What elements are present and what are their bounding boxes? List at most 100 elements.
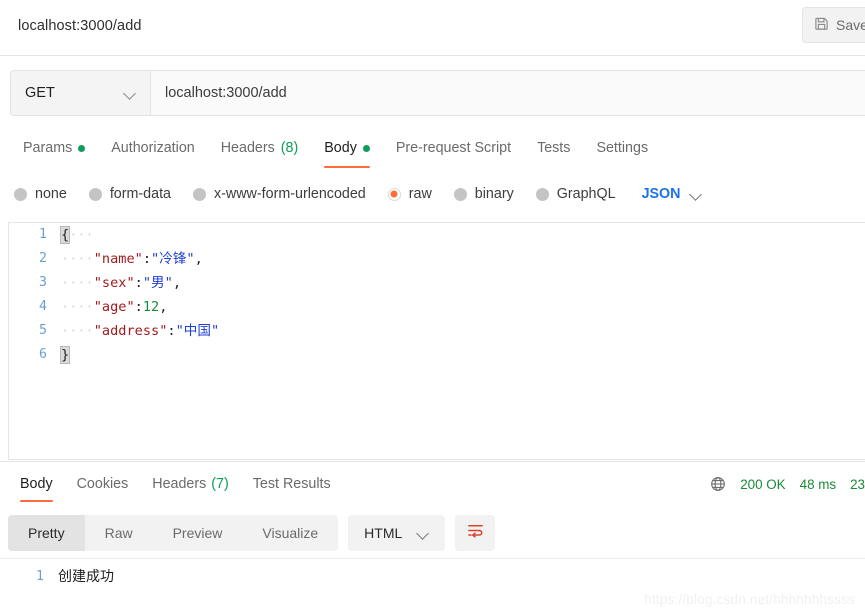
response-divider — [0, 461, 865, 462]
chevron-down-icon — [418, 528, 429, 539]
body-type-x-www-form-urlencoded[interactable]: x-www-form-urlencoded — [193, 186, 366, 202]
response-tab-label: Cookies — [76, 476, 129, 492]
modified-dot-icon — [362, 144, 370, 152]
response-toolbar: Pretty Raw Preview Visualize HTML — [8, 514, 865, 552]
code-token: , — [172, 275, 182, 291]
view-mode-pretty[interactable]: Pretty — [8, 515, 85, 551]
request-tab-label: Tests — [537, 140, 571, 156]
raw-format-selector[interactable]: JSON — [642, 186, 702, 202]
code-token: : — [134, 275, 143, 291]
radio-button-icon[interactable] — [387, 187, 401, 201]
editor-line-code[interactable]: ····"sex":"男", — [61, 271, 865, 295]
request-tab-count: (8) — [280, 140, 299, 156]
view-mode-visualize[interactable]: Visualize — [242, 515, 338, 551]
code-token: ···· — [61, 251, 94, 267]
response-tab-cookies[interactable]: Cookies — [65, 466, 141, 502]
editor-line: 2 ····"name":"冷锋", — [9, 247, 865, 271]
radio-button-icon[interactable] — [193, 187, 206, 201]
code-token: "冷锋" — [151, 251, 195, 267]
code-token: , — [194, 251, 203, 267]
postman-window: localhost:3000/add Save GET localhost:30… — [0, 0, 865, 615]
request-bar: GET localhost:3000/add — [10, 70, 865, 116]
save-button[interactable]: Save — [802, 7, 865, 43]
response-time: 48 ms — [799, 476, 837, 492]
editor-line: 1 {··· — [9, 223, 865, 247]
radio-button-icon[interactable] — [14, 187, 27, 201]
code-token: , — [159, 299, 168, 315]
body-type-label: none — [35, 186, 67, 202]
request-tab-title[interactable]: localhost:3000/add — [18, 18, 142, 34]
radio-button-icon[interactable] — [88, 187, 102, 201]
body-type-raw[interactable]: raw — [387, 186, 432, 202]
save-button-label: Save — [836, 17, 865, 33]
http-method-label: GET — [25, 85, 55, 101]
response-tab-label: Test Results — [252, 476, 331, 492]
view-mode-raw[interactable]: Raw — [85, 515, 153, 551]
editor-line-code[interactable]: {··· — [59, 223, 865, 247]
body-type-label: x-www-form-urlencoded — [214, 186, 366, 202]
body-type-row: none form-data x-www-form-urlencoded raw bin… — [0, 178, 865, 210]
response-size: 23 — [850, 476, 865, 492]
body-type-label: binary — [474, 186, 514, 202]
word-wrap-button[interactable] — [455, 515, 496, 551]
request-tab-tests[interactable]: Tests — [524, 128, 583, 168]
request-tab-label: Body — [324, 140, 357, 156]
code-token: "address" — [93, 323, 168, 339]
body-type-label: form-data — [109, 186, 171, 202]
request-tab-headers[interactable]: Headers (8) — [208, 128, 312, 168]
url-input-value: localhost:3000/add — [165, 85, 287, 101]
request-tab-label: Settings — [596, 140, 649, 156]
response-tab-label: Body — [20, 476, 53, 492]
http-method-selector[interactable]: GET — [11, 71, 151, 115]
globe-icon[interactable] — [710, 476, 726, 492]
code-token: "男" — [142, 275, 173, 291]
radio-button-icon[interactable] — [535, 187, 549, 201]
editor-line-number: 6 — [39, 347, 47, 362]
chevron-down-icon — [125, 88, 136, 99]
response-tab-body[interactable]: Body — [8, 466, 65, 502]
body-type-graphql[interactable]: GraphQL — [535, 186, 616, 202]
editor-line: 5 ····"address":"中国" — [9, 319, 865, 343]
editor-line: 4 ····"age":12, — [9, 295, 865, 319]
raw-format-label: JSON — [641, 186, 681, 202]
editor-line-code[interactable]: ····"address":"中国" — [61, 319, 865, 343]
chevron-down-icon — [691, 189, 702, 200]
request-tab-body[interactable]: Body — [311, 128, 383, 168]
code-token: "name" — [93, 251, 143, 267]
editor-line: 3 ····"sex":"男", — [9, 271, 865, 295]
body-type-binary[interactable]: binary — [453, 186, 514, 202]
response-line-text: 创建成功 — [58, 569, 114, 585]
editor-line-code[interactable]: } — [59, 343, 865, 367]
request-tab-pre-request-script[interactable]: Pre-request Script — [383, 128, 524, 168]
request-tab-label: Authorization — [111, 140, 195, 156]
floppy-disk-icon — [814, 16, 829, 34]
editor-line-code[interactable]: ····"name":"冷锋", — [61, 247, 865, 271]
body-type-label: GraphQL — [556, 186, 616, 202]
code-token: { — [59, 226, 71, 244]
request-tab-settings[interactable]: Settings — [583, 128, 661, 168]
view-mode-preview[interactable]: Preview — [153, 515, 243, 551]
word-wrap-icon — [466, 522, 485, 544]
body-type-form-data[interactable]: form-data — [88, 186, 171, 202]
request-body-editor[interactable]: 1 {··· 2 ····"name":"冷锋", 3 ····"sex":"男", 4 ··… — [8, 222, 865, 460]
editor-line-code[interactable]: ····"age":12, — [61, 295, 865, 319]
modified-dot-icon — [78, 144, 86, 152]
response-format-selector[interactable]: HTML — [348, 515, 446, 551]
request-tab-label: Params — [23, 140, 73, 156]
code-token: ···· — [61, 299, 94, 315]
request-tab-authorization[interactable]: Authorization — [98, 128, 207, 168]
editor-line-number: 5 — [39, 323, 47, 338]
editor-line: 6} — [9, 343, 865, 367]
response-tab-label: Headers — [152, 476, 207, 492]
request-tab-label: Pre-request Script — [395, 140, 512, 156]
radio-button-icon[interactable] — [453, 187, 467, 201]
request-tab-label: Headers — [220, 140, 275, 156]
editor-line-number: 4 — [39, 299, 47, 314]
title-bar: localhost:3000/add Save — [0, 0, 865, 56]
request-tab-params[interactable]: Params — [10, 128, 98, 168]
body-type-label: raw — [408, 186, 432, 202]
url-input[interactable]: localhost:3000/add — [151, 71, 865, 115]
response-tab-headers[interactable]: Headers (7) — [140, 466, 241, 502]
response-tab-test-results[interactable]: Test Results — [241, 466, 343, 502]
body-type-none[interactable]: none — [14, 186, 67, 202]
